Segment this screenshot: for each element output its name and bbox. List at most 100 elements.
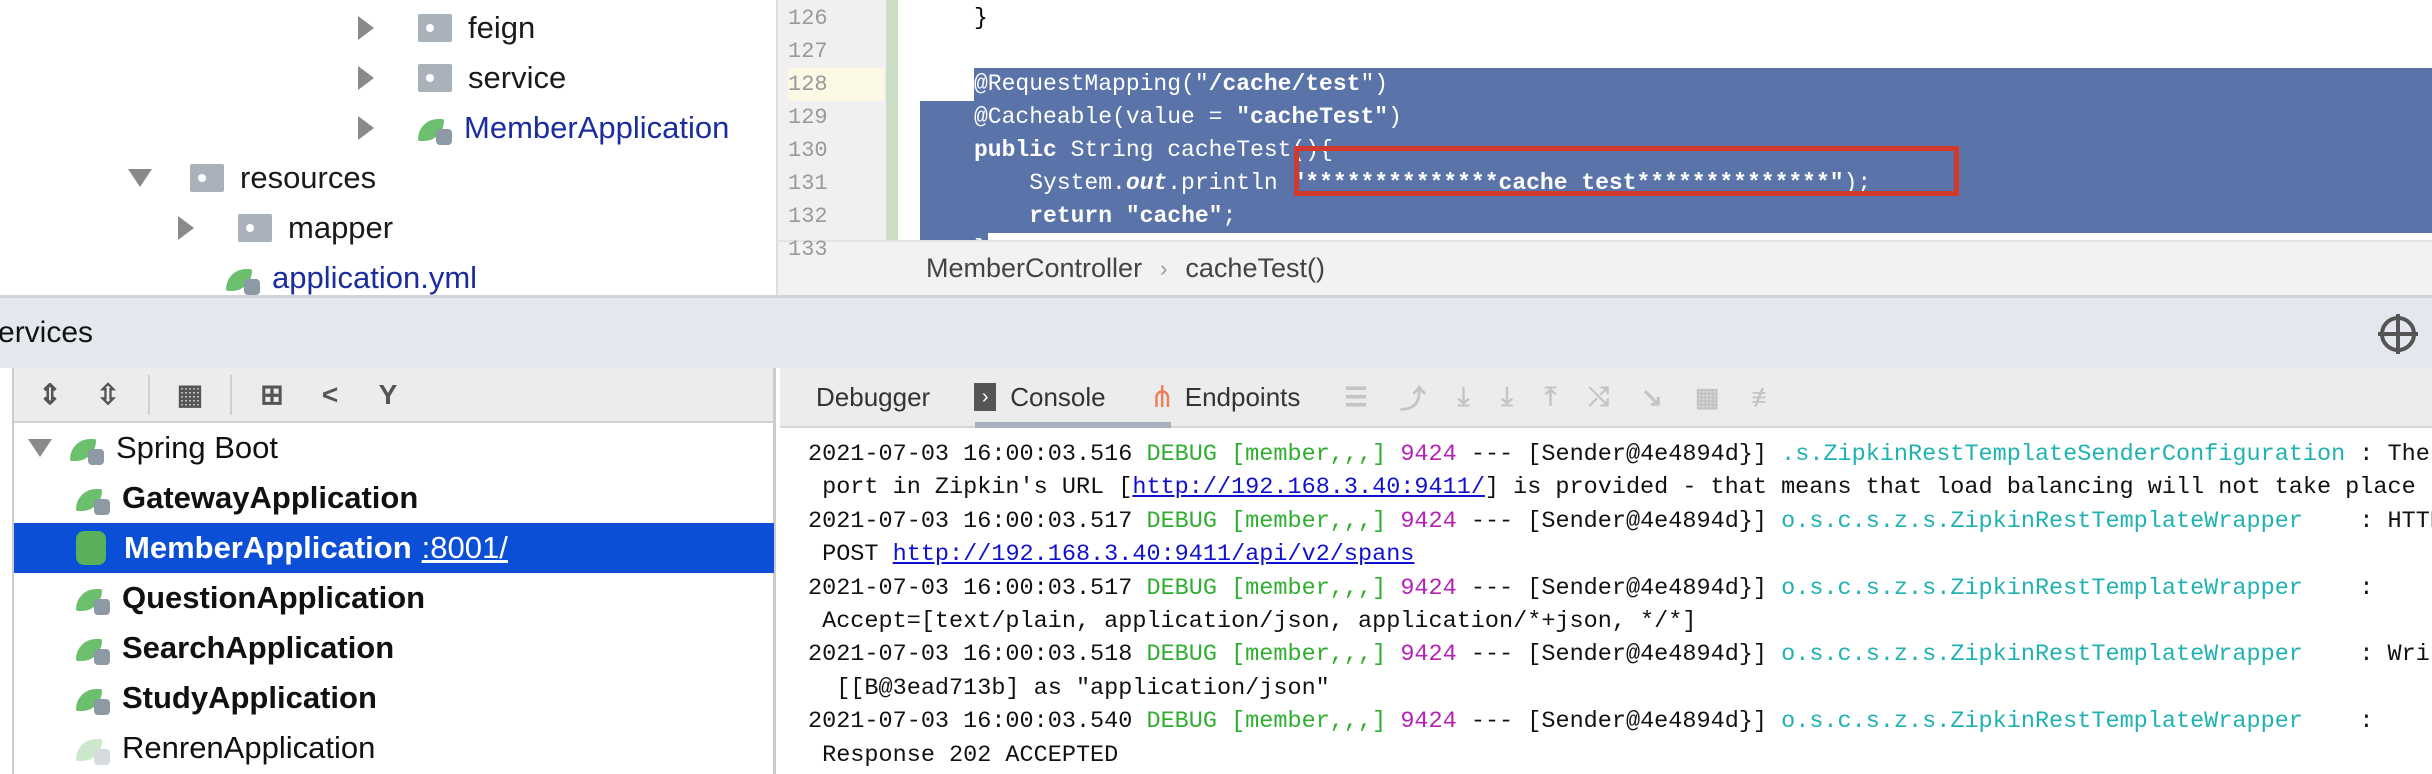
console-token: DEBUG [member,,,] xyxy=(1146,507,1387,535)
chevron-right-icon[interactable] xyxy=(358,16,374,40)
console-token: 2021-07-03 16:00:03.518 xyxy=(808,641,1147,669)
tree-item-label: application.yml xyxy=(272,260,478,295)
tree-item-label: service xyxy=(468,60,567,95)
console-token: DEBUG [member,,,] xyxy=(1146,708,1387,736)
folder-icon xyxy=(418,14,452,42)
filter-icon[interactable]: Y xyxy=(370,377,406,413)
console-link[interactable]: http://192.168.3.40:9411/ xyxy=(1132,474,1485,501)
evaluate-icon[interactable]: ▦ xyxy=(1695,382,1720,413)
tree-item[interactable]: service xyxy=(358,53,566,103)
code-line[interactable]: @Cacheable(value = "cacheTest") xyxy=(920,101,2432,134)
console-token xyxy=(1386,641,1400,668)
collapse-all-icon[interactable]: ⇳ xyxy=(90,377,126,413)
console-token: o.s.c.s.z.s.ZipkinRestTemplateWrapper xyxy=(1781,708,2303,736)
expand-all-icon[interactable]: ⇕ xyxy=(32,377,68,413)
console-token: DEBUG [member,,,] xyxy=(1146,441,1387,468)
line-number: 128 xyxy=(788,68,884,101)
breadcrumb-method[interactable]: cacheTest() xyxy=(1185,253,1325,284)
console-token: [[B@3ead713b] as "application/json" xyxy=(808,674,1330,702)
code-token: @Cacheable(value = xyxy=(974,104,1237,130)
run-console-panel: Debugger › Console ⋔ Endpoints ☰ ⤴ ⤓ ⤓ ⤒ ⤭… xyxy=(780,368,2432,774)
tab-label: Console xyxy=(1010,381,1106,412)
service-item[interactable]: RenrenApplication xyxy=(14,723,774,773)
tree-item-label: MemberApplication xyxy=(464,110,730,145)
crosshair-icon[interactable] xyxy=(2378,314,2418,354)
spring-boot-icon xyxy=(76,581,110,615)
step-over-icon[interactable]: ⤓ xyxy=(1458,381,1470,413)
drop-frame-icon[interactable]: ⤭ xyxy=(1588,381,1609,413)
chevron-down-icon[interactable] xyxy=(128,169,152,187)
service-label: MemberApplication xyxy=(124,530,412,565)
line-number: 130 xyxy=(788,138,828,163)
console-link[interactable]: http://192.168.3.40:9411/api/v2/spans xyxy=(893,541,1415,568)
show-execution-point-icon[interactable]: ⤴ xyxy=(1400,379,1426,416)
tree-item[interactable]: resources xyxy=(128,153,376,203)
tab-debugger[interactable]: Debugger xyxy=(816,382,930,413)
console-line: 2021-07-03 16:00:03.540 DEBUG [member,,,… xyxy=(808,705,2373,738)
service-label: StudyApplication xyxy=(122,680,377,715)
project-tree: feign service MemberApplication resources ma… xyxy=(0,0,776,295)
code-line[interactable]: @RequestMapping("/cache/test") xyxy=(974,68,2432,101)
console-line: Accept=[text/plain, application/json, ap… xyxy=(808,605,1696,638)
tab-endpoints[interactable]: ⋔ Endpoints xyxy=(1150,380,1301,415)
tree-item[interactable]: application.yml xyxy=(226,253,477,295)
code-token: out xyxy=(1125,170,1168,196)
chevron-down-icon[interactable] xyxy=(28,439,52,457)
chevron-right-icon[interactable] xyxy=(358,116,374,140)
spring-boot-icon xyxy=(76,631,110,665)
menu-icon[interactable]: ☰ xyxy=(1344,382,1367,413)
chevron-right-icon[interactable] xyxy=(178,216,194,240)
code-token: /cache/test xyxy=(1208,71,1361,97)
service-label: SearchApplication xyxy=(122,630,395,665)
console-token: ] is provided - that means that load bal… xyxy=(1484,474,2416,502)
console-token: --- [Sender@4e4894d}] xyxy=(1456,708,1782,736)
highlight-box xyxy=(1294,146,1959,196)
tree-root-spring-boot[interactable]: Spring Boot xyxy=(14,423,774,473)
divider xyxy=(230,374,232,415)
console-token: .s.ZipkinRestTemplateSenderConfiguration xyxy=(1781,441,2346,468)
service-port-link[interactable]: :8001/ xyxy=(422,530,508,566)
folder-icon xyxy=(418,64,452,92)
console-token: 9424 xyxy=(1400,574,1457,602)
tab-label: Debugger xyxy=(816,381,931,412)
run-to-cursor-icon[interactable]: ↘ xyxy=(1641,382,1663,413)
new-configuration-icon[interactable]: < xyxy=(312,377,348,413)
service-item[interactable]: QuestionApplication xyxy=(14,573,774,623)
spring-boot-icon xyxy=(76,681,110,715)
console-token: POST xyxy=(808,541,893,569)
trace-icon[interactable]: ≢ xyxy=(1751,382,1777,413)
service-item[interactable]: MemberApplication :8001/ xyxy=(14,523,774,573)
spring-boot-icon xyxy=(76,481,110,515)
code-line[interactable]: return "cache"; xyxy=(920,200,2432,233)
group-by-icon[interactable]: ▦ xyxy=(172,377,208,413)
tab-console[interactable]: › Console xyxy=(974,381,1106,413)
services-toolbar: ⇕ ⇳ ▦ ⊞ < Y xyxy=(14,368,773,423)
code-token: System. xyxy=(974,170,1126,196)
console-token xyxy=(1386,575,1400,602)
tree-item[interactable]: MemberApplication xyxy=(358,103,729,153)
console-line: Response 202 ACCEPTED xyxy=(808,739,1118,772)
console-token: 9424 xyxy=(1400,507,1457,535)
tree-item[interactable]: feign xyxy=(358,3,535,53)
code-token: ; xyxy=(1222,203,1237,229)
console-token: Accept=[text/plain, application/json, ap… xyxy=(808,608,1697,635)
service-label: QuestionApplication xyxy=(122,580,426,615)
line-number: 127 xyxy=(788,39,828,64)
chevron-right-icon[interactable] xyxy=(358,66,374,90)
code-editor[interactable]: } @RequestMapping("/cache/test") @Cacheabl… xyxy=(776,0,2432,295)
service-item[interactable]: StudyApplication xyxy=(14,673,774,723)
service-item[interactable]: SearchApplication xyxy=(14,623,774,673)
breadcrumb-class[interactable]: MemberController xyxy=(926,253,1142,284)
step-out-icon[interactable]: ⤒ xyxy=(1545,381,1557,413)
code-token: @RequestMapping(" xyxy=(974,71,1209,97)
step-into-icon[interactable]: ⤓ xyxy=(1501,381,1513,413)
add-service-icon[interactable]: ⊞ xyxy=(254,377,290,413)
console-token: 2021-07-03 16:00:03.516 xyxy=(808,441,1147,468)
service-label: RenrenApplication xyxy=(122,730,376,765)
code-token: "cache" xyxy=(1125,203,1223,229)
service-item[interactable]: GatewayApplication xyxy=(14,473,774,523)
divider xyxy=(148,374,150,415)
tree-item[interactable]: mapper xyxy=(178,203,393,253)
line-number: 133 xyxy=(788,237,828,262)
